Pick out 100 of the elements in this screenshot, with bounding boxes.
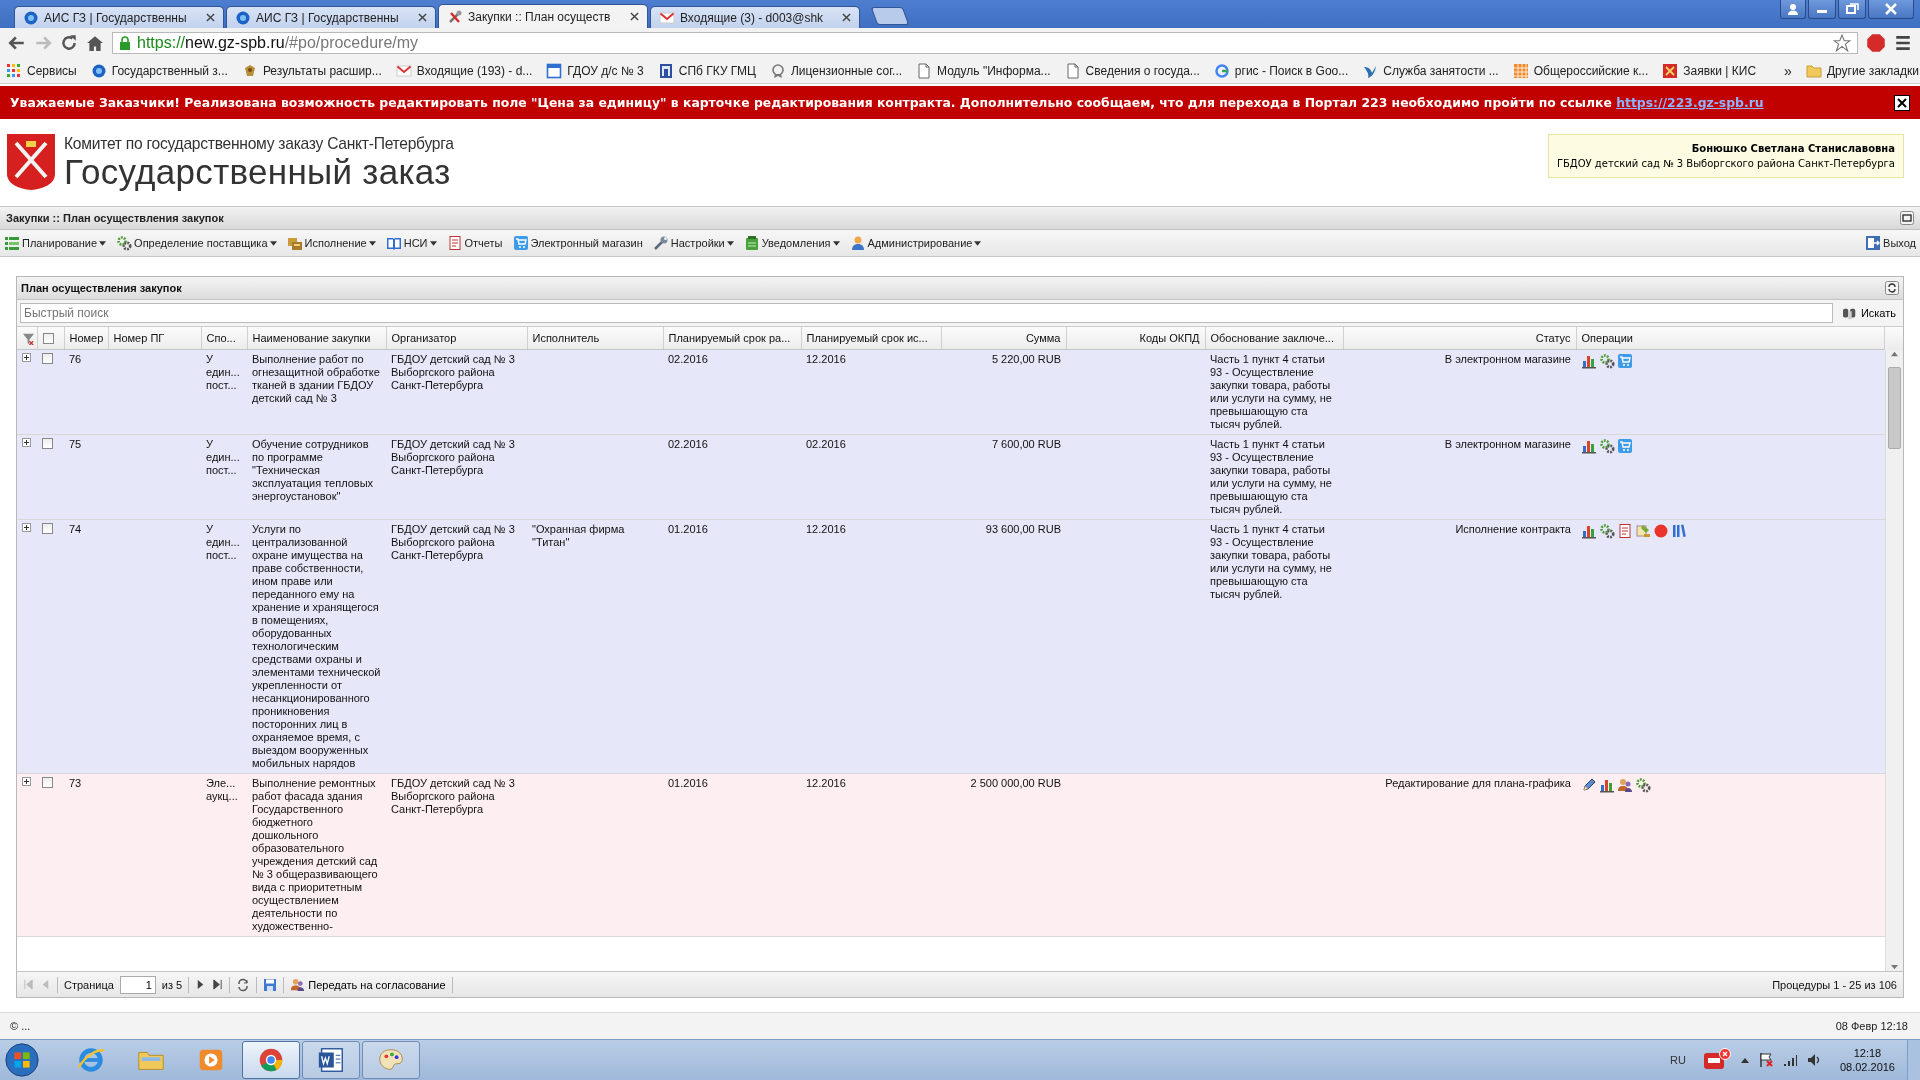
expand-icon[interactable] [22,438,31,447]
address-bar[interactable]: https://new.gz-spb.ru/#po/procedure/my [112,32,1858,54]
bookmark[interactable]: Общероссийские к... [1512,62,1649,79]
close-icon[interactable] [418,13,427,22]
scrollbar-thumb[interactable] [1888,367,1901,449]
stop-sign-icon[interactable] [1866,33,1886,53]
bar-chart-icon[interactable] [1581,523,1597,539]
gears-icon[interactable] [1599,438,1615,454]
network-icon[interactable] [1781,1052,1798,1068]
action-center-icon[interactable] [1757,1052,1774,1068]
bookmark[interactable]: Заявки | КИС [1662,62,1757,79]
save-icon[interactable] [263,977,278,992]
bookmark[interactable]: Входящие (193) - d... [395,62,533,79]
maximize-icon[interactable] [1900,211,1914,225]
bookmark[interactable]: Лицензионные сог... [769,62,903,79]
row-checkbox[interactable] [42,523,53,534]
bookmark[interactable]: СПб ГКУ ГМЦ [657,62,756,79]
menu-item[interactable]: Планирование [4,235,107,251]
select-all-checkbox[interactable] [42,332,54,344]
taskbar-button[interactable] [242,1041,300,1079]
bookmark[interactable]: Служба занятости ... [1362,62,1499,79]
bookmark[interactable]: Результаты расшир... [241,62,382,79]
gears-icon[interactable] [1599,353,1615,369]
taskbar-button[interactable] [302,1041,360,1079]
bookmark[interactable]: Сервисы [6,62,77,79]
page-label: Страница [64,978,114,991]
user-icon[interactable] [1780,0,1806,19]
home-icon[interactable] [86,34,104,52]
last-page-icon[interactable] [212,979,224,990]
browser-tab[interactable]: Закупки :: План осуществ [438,4,648,28]
close-icon[interactable] [842,13,851,22]
row-checkbox[interactable] [42,777,53,788]
close-icon[interactable] [630,12,639,21]
bar-chart-icon[interactable] [1599,777,1615,793]
table-cell: 7 600,00 RUB [991,438,1061,450]
search-button[interactable]: Искать [1836,306,1900,320]
back-icon[interactable] [8,34,26,52]
people-icon[interactable] [1617,777,1633,793]
more-bookmarks-button[interactable]: » [1784,62,1792,79]
gears-icon[interactable] [1635,777,1651,793]
document-icon[interactable] [1617,523,1633,539]
search-field[interactable]: Быстрый поиск [20,303,1833,323]
bookmark[interactable]: ргис - Поиск в Goo... [1213,62,1349,79]
browser-tab[interactable]: АИС ГЗ | Государственны [14,6,224,28]
bar-chart-icon[interactable] [1581,438,1597,454]
bookmark[interactable]: Государственный з... [90,62,228,79]
bookmark-folder[interactable]: Другие закладки [1805,62,1919,79]
menu-item[interactable]: Настройки [652,235,734,251]
table-cell: 5 220,00 RUB [991,353,1061,365]
star-icon[interactable] [1833,34,1851,52]
security-alert-icon[interactable] [1701,1048,1732,1072]
close-icon[interactable] [1868,0,1914,19]
refresh-icon[interactable] [1885,281,1899,295]
expand-icon[interactable] [22,353,31,362]
reload-icon[interactable] [60,34,78,52]
circle-icon[interactable] [1653,523,1669,539]
send-for-approval-button[interactable]: Передать на согласование [290,977,446,992]
menu-item[interactable]: Определение поставщика [116,235,277,251]
cart-icon[interactable] [1617,438,1633,454]
filter-icon[interactable] [22,331,35,345]
expand-icon[interactable] [22,777,31,786]
books-icon[interactable] [1671,523,1687,539]
bookmark[interactable]: Сведения о госуда... [1064,62,1200,79]
scrollbar[interactable] [1885,350,1903,971]
menu-item[interactable]: Электронный магазин [512,235,643,251]
start-button[interactable] [2,1041,42,1079]
clock[interactable]: 12:18 08.02.2016 [1829,1046,1905,1074]
bookmark[interactable]: Модуль "Информа... [916,62,1051,79]
wrench-icon [652,235,669,251]
expand-icon[interactable] [22,523,31,532]
close-icon[interactable] [206,13,215,22]
browser-tab[interactable]: АИС ГЗ | Государственны [226,6,436,28]
menu-item[interactable]: Отчеты [446,235,503,251]
gears-icon[interactable] [1599,523,1615,539]
minimize-icon[interactable] [1808,0,1836,19]
menu-item[interactable]: Уведомления [743,235,840,251]
page-icon [1064,62,1081,79]
bookmark[interactable]: ГДОУ д/с № 3 [546,62,644,79]
menu-item[interactable]: НСИ [385,235,437,251]
logout-button[interactable]: Выход [1865,235,1916,251]
cart-icon[interactable] [1617,353,1633,369]
row-checkbox[interactable] [42,353,53,364]
new-tab-button[interactable] [870,7,910,25]
menu-icon[interactable] [1894,34,1912,52]
clock-date: 08.02.2016 [1839,1060,1895,1074]
menu-item[interactable]: Администрирование [849,235,982,251]
pencil-icon[interactable] [1581,777,1597,793]
refresh-icon[interactable] [236,977,251,992]
browser-tab[interactable]: Входящие (3) - d003@shk [650,6,860,28]
volume-icon[interactable] [1805,1052,1822,1068]
language-indicator[interactable]: RU [1656,1054,1700,1066]
bar-chart-icon[interactable] [1581,353,1597,369]
menu-item[interactable]: Исполнение [286,235,376,251]
row-checkbox[interactable] [42,438,53,449]
restore-icon[interactable] [1838,0,1866,19]
page-number-field[interactable]: 1 [119,975,156,994]
site-title: Государственный заказ [64,154,452,190]
close-icon[interactable] [1894,94,1910,111]
column-header: Наименование закупки [252,331,371,344]
show-hidden-icons[interactable] [1739,1056,1750,1064]
